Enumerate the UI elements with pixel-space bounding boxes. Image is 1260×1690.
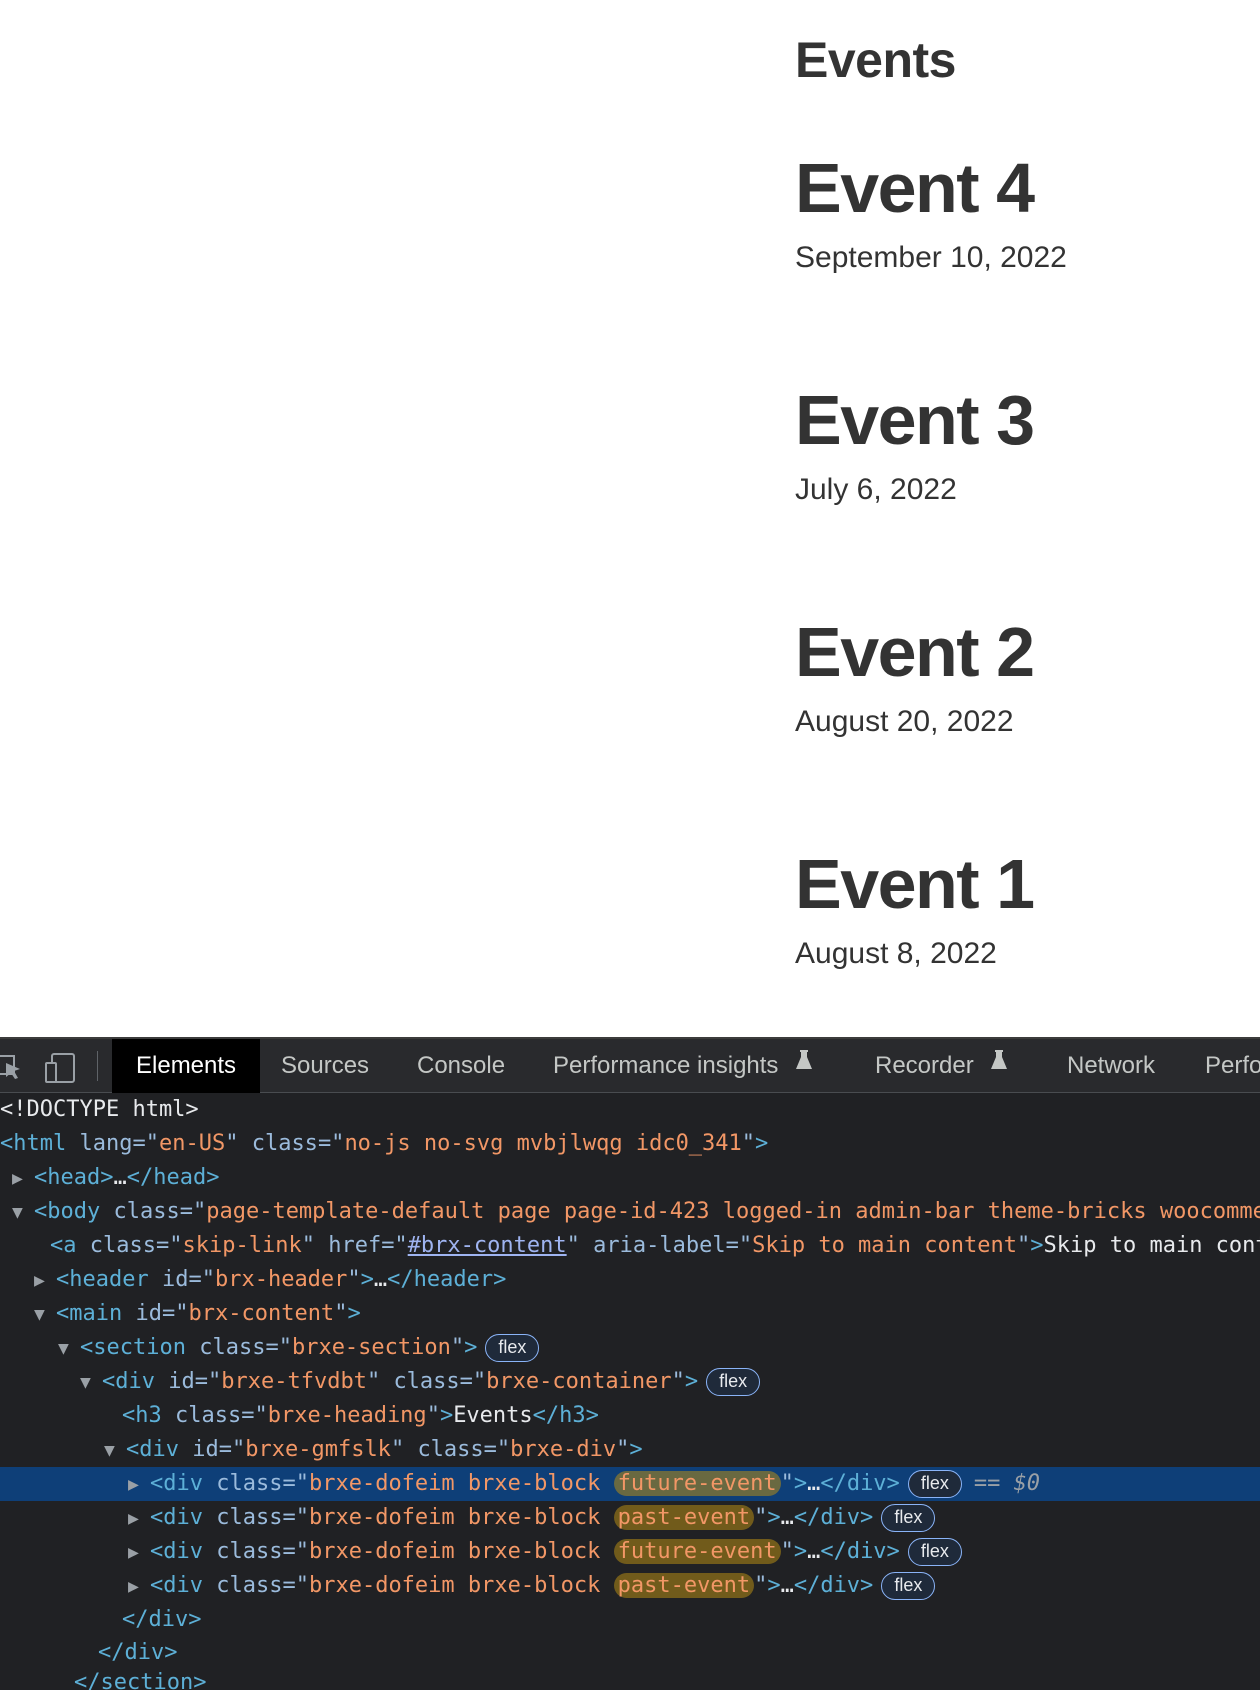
highlighted-class: past-event <box>613 1505 755 1530</box>
expand-triangle-icon[interactable]: ▶ <box>128 1536 150 1570</box>
highlighted-class: past-event <box>613 1573 755 1598</box>
collapse-triangle-icon[interactable]: ▼ <box>58 1332 80 1366</box>
event-title: Event 3 <box>795 381 1035 459</box>
collapse-triangle-icon[interactable]: ▼ <box>80 1366 102 1400</box>
attr-value: brxe-tfvdbt <box>221 1369 367 1394</box>
head-open-tag: <head> <box>34 1165 114 1190</box>
attr-value: brxe-dofeim brxe-block <box>308 1471 601 1496</box>
collapse-triangle-icon[interactable]: ▼ <box>12 1196 34 1230</box>
expand-triangle-icon[interactable]: ▶ <box>34 1264 56 1298</box>
attr-value: page-template-default page page-id-423 l… <box>206 1199 1260 1224</box>
tree-node-container[interactable]: ▼ <div id="brxe-tfvdbt" class="brxe-conta… <box>0 1365 1260 1399</box>
tree-node-doctype[interactable]: <!DOCTYPE html> <box>0 1093 1260 1127</box>
attr-value: brxe-gmfslk <box>245 1437 391 1462</box>
attr-value: en-US <box>158 1131 226 1156</box>
event-block: Event 3 July 6, 2022 <box>795 380 1255 508</box>
attr-value: brxe-section <box>291 1335 451 1360</box>
expand-triangle-icon[interactable]: ▶ <box>128 1468 150 1502</box>
tree-node-section[interactable]: ▼ <section class="brxe-section"> flex <box>0 1331 1260 1365</box>
flex-badge[interactable]: flex <box>706 1368 761 1396</box>
tree-node-h3[interactable]: <h3 class="brxe-heading">Events</h3> <box>0 1399 1260 1433</box>
flex-badge[interactable]: flex <box>907 1470 962 1498</box>
highlighted-class: future-event <box>613 1539 781 1564</box>
flask-icon <box>795 1037 813 1091</box>
attr-value: no-js no-svg mvbjlwqg idc0_341 <box>344 1131 742 1156</box>
attr-value: skip-link <box>182 1233 302 1258</box>
attr-value: Skip to main content <box>752 1233 1017 1258</box>
attr-value: brxe-dofeim brxe-block <box>308 1505 601 1530</box>
attr-value: brx-content <box>188 1301 335 1326</box>
tab-recorder[interactable]: Recorder <box>851 1039 1032 1093</box>
collapse-triangle-icon[interactable]: ▼ <box>34 1298 56 1332</box>
href-link[interactable]: #brx-content <box>408 1233 567 1258</box>
page-viewport: Events Event 4 September 10, 2022 Event … <box>0 0 1260 1037</box>
html-tag-name: html <box>13 1131 67 1156</box>
devtools-panel: Elements Sources Console Performance ins… <box>0 1037 1260 1690</box>
skip-link-text: Skip to main cont <box>1043 1233 1260 1258</box>
tree-node-close-div[interactable]: </div> <box>0 1636 1260 1670</box>
tree-node-skip-link[interactable]: <a class="skip-link" href="#brx-content"… <box>0 1229 1260 1263</box>
tab-recorder-label: Recorder <box>875 1052 974 1079</box>
flex-badge[interactable]: flex <box>907 1538 962 1566</box>
attr-value: brxe-heading <box>267 1403 427 1428</box>
close-tag: </div> <box>98 1640 178 1665</box>
event-date: August 20, 2022 <box>795 705 1014 738</box>
tab-sources[interactable]: Sources <box>257 1039 393 1093</box>
collapsed-ellipsis: … <box>113 1165 127 1190</box>
selected-node-marker: == $0 <box>973 1471 1041 1496</box>
tab-network[interactable]: Network <box>1043 1039 1179 1093</box>
toolbar-divider <box>97 1051 98 1081</box>
tab-elements[interactable]: Elements <box>112 1039 261 1093</box>
flask-icon <box>990 1037 1008 1091</box>
tree-node-event-block[interactable]: ▶ <div class="brxe-dofeim brxe-block futu… <box>0 1467 1260 1501</box>
event-block: Event 1 August 8, 2022 <box>795 844 1255 972</box>
tree-node-body[interactable]: ▼ <body class="page-template-default page… <box>0 1195 1260 1229</box>
events-heading: Events <box>795 32 956 88</box>
close-tag: </section> <box>74 1670 207 1690</box>
flex-badge[interactable]: flex <box>881 1504 936 1532</box>
event-title: Event 4 <box>795 149 1035 227</box>
tree-node-close-div[interactable]: </div> <box>0 1603 1260 1637</box>
attr-value: brxe-dofeim brxe-block <box>308 1539 601 1564</box>
tree-node-event-block[interactable]: ▶ <div class="brxe-dofeim brxe-block past… <box>0 1569 1260 1603</box>
event-date: August 8, 2022 <box>795 937 997 970</box>
tab-performance-insights[interactable]: Performance insights <box>529 1039 837 1093</box>
collapse-triangle-icon[interactable]: ▼ <box>104 1434 126 1468</box>
tree-node-div[interactable]: ▼ <div id="brxe-gmfslk" class="brxe-div"> <box>0 1433 1260 1467</box>
device-toolbar-icon[interactable] <box>44 1053 76 1088</box>
tree-node-close-section[interactable]: </section> <box>0 1666 1260 1690</box>
doctype-text: <!DOCTYPE html> <box>0 1097 199 1122</box>
attr-value: brxe-div <box>510 1437 617 1462</box>
tree-node-main[interactable]: ▼ <main id="brx-content"> <box>0 1297 1260 1331</box>
tree-node-head[interactable]: ▶ <head>…</head> <box>0 1161 1260 1195</box>
tree-node-html[interactable]: <html lang="en-US" class="no-js no-svg m… <box>0 1127 1260 1161</box>
attr-name: lang <box>79 1131 133 1156</box>
h3-text: Events <box>453 1403 533 1428</box>
tab-performance[interactable]: Perfo <box>1181 1039 1260 1093</box>
tree-node-event-block[interactable]: ▶ <div class="brxe-dofeim brxe-block past… <box>0 1501 1260 1535</box>
event-block: Event 2 August 20, 2022 <box>795 612 1255 740</box>
event-block: Event 4 September 10, 2022 <box>795 148 1255 276</box>
attr-value: brx-header <box>214 1267 348 1292</box>
expand-triangle-icon[interactable]: ▶ <box>128 1570 150 1604</box>
attr-value: brxe-container <box>486 1369 672 1394</box>
devtools-toolbar: Elements Sources Console Performance ins… <box>0 1037 1260 1093</box>
flex-badge[interactable]: flex <box>485 1334 540 1362</box>
expand-triangle-icon[interactable]: ▶ <box>128 1502 150 1536</box>
highlighted-class: future-event <box>613 1471 781 1496</box>
inspect-element-icon[interactable] <box>0 1053 26 1086</box>
tree-node-header[interactable]: ▶ <header id="brx-header">…</header> <box>0 1263 1260 1297</box>
expand-triangle-icon[interactable]: ▶ <box>12 1162 34 1196</box>
tree-node-event-block[interactable]: ▶ <div class="brxe-dofeim brxe-block futu… <box>0 1535 1260 1569</box>
close-tag: </div> <box>122 1607 202 1632</box>
event-date: July 6, 2022 <box>795 473 957 506</box>
flex-badge[interactable]: flex <box>881 1572 936 1600</box>
tab-console[interactable]: Console <box>393 1039 529 1093</box>
head-close-tag: </head> <box>126 1165 220 1190</box>
attr-value: brxe-dofeim brxe-block <box>308 1573 601 1598</box>
event-title: Event 1 <box>795 845 1035 923</box>
tab-performance-insights-label: Performance insights <box>553 1052 779 1079</box>
event-title: Event 2 <box>795 613 1035 691</box>
event-date: September 10, 2022 <box>795 241 1067 274</box>
